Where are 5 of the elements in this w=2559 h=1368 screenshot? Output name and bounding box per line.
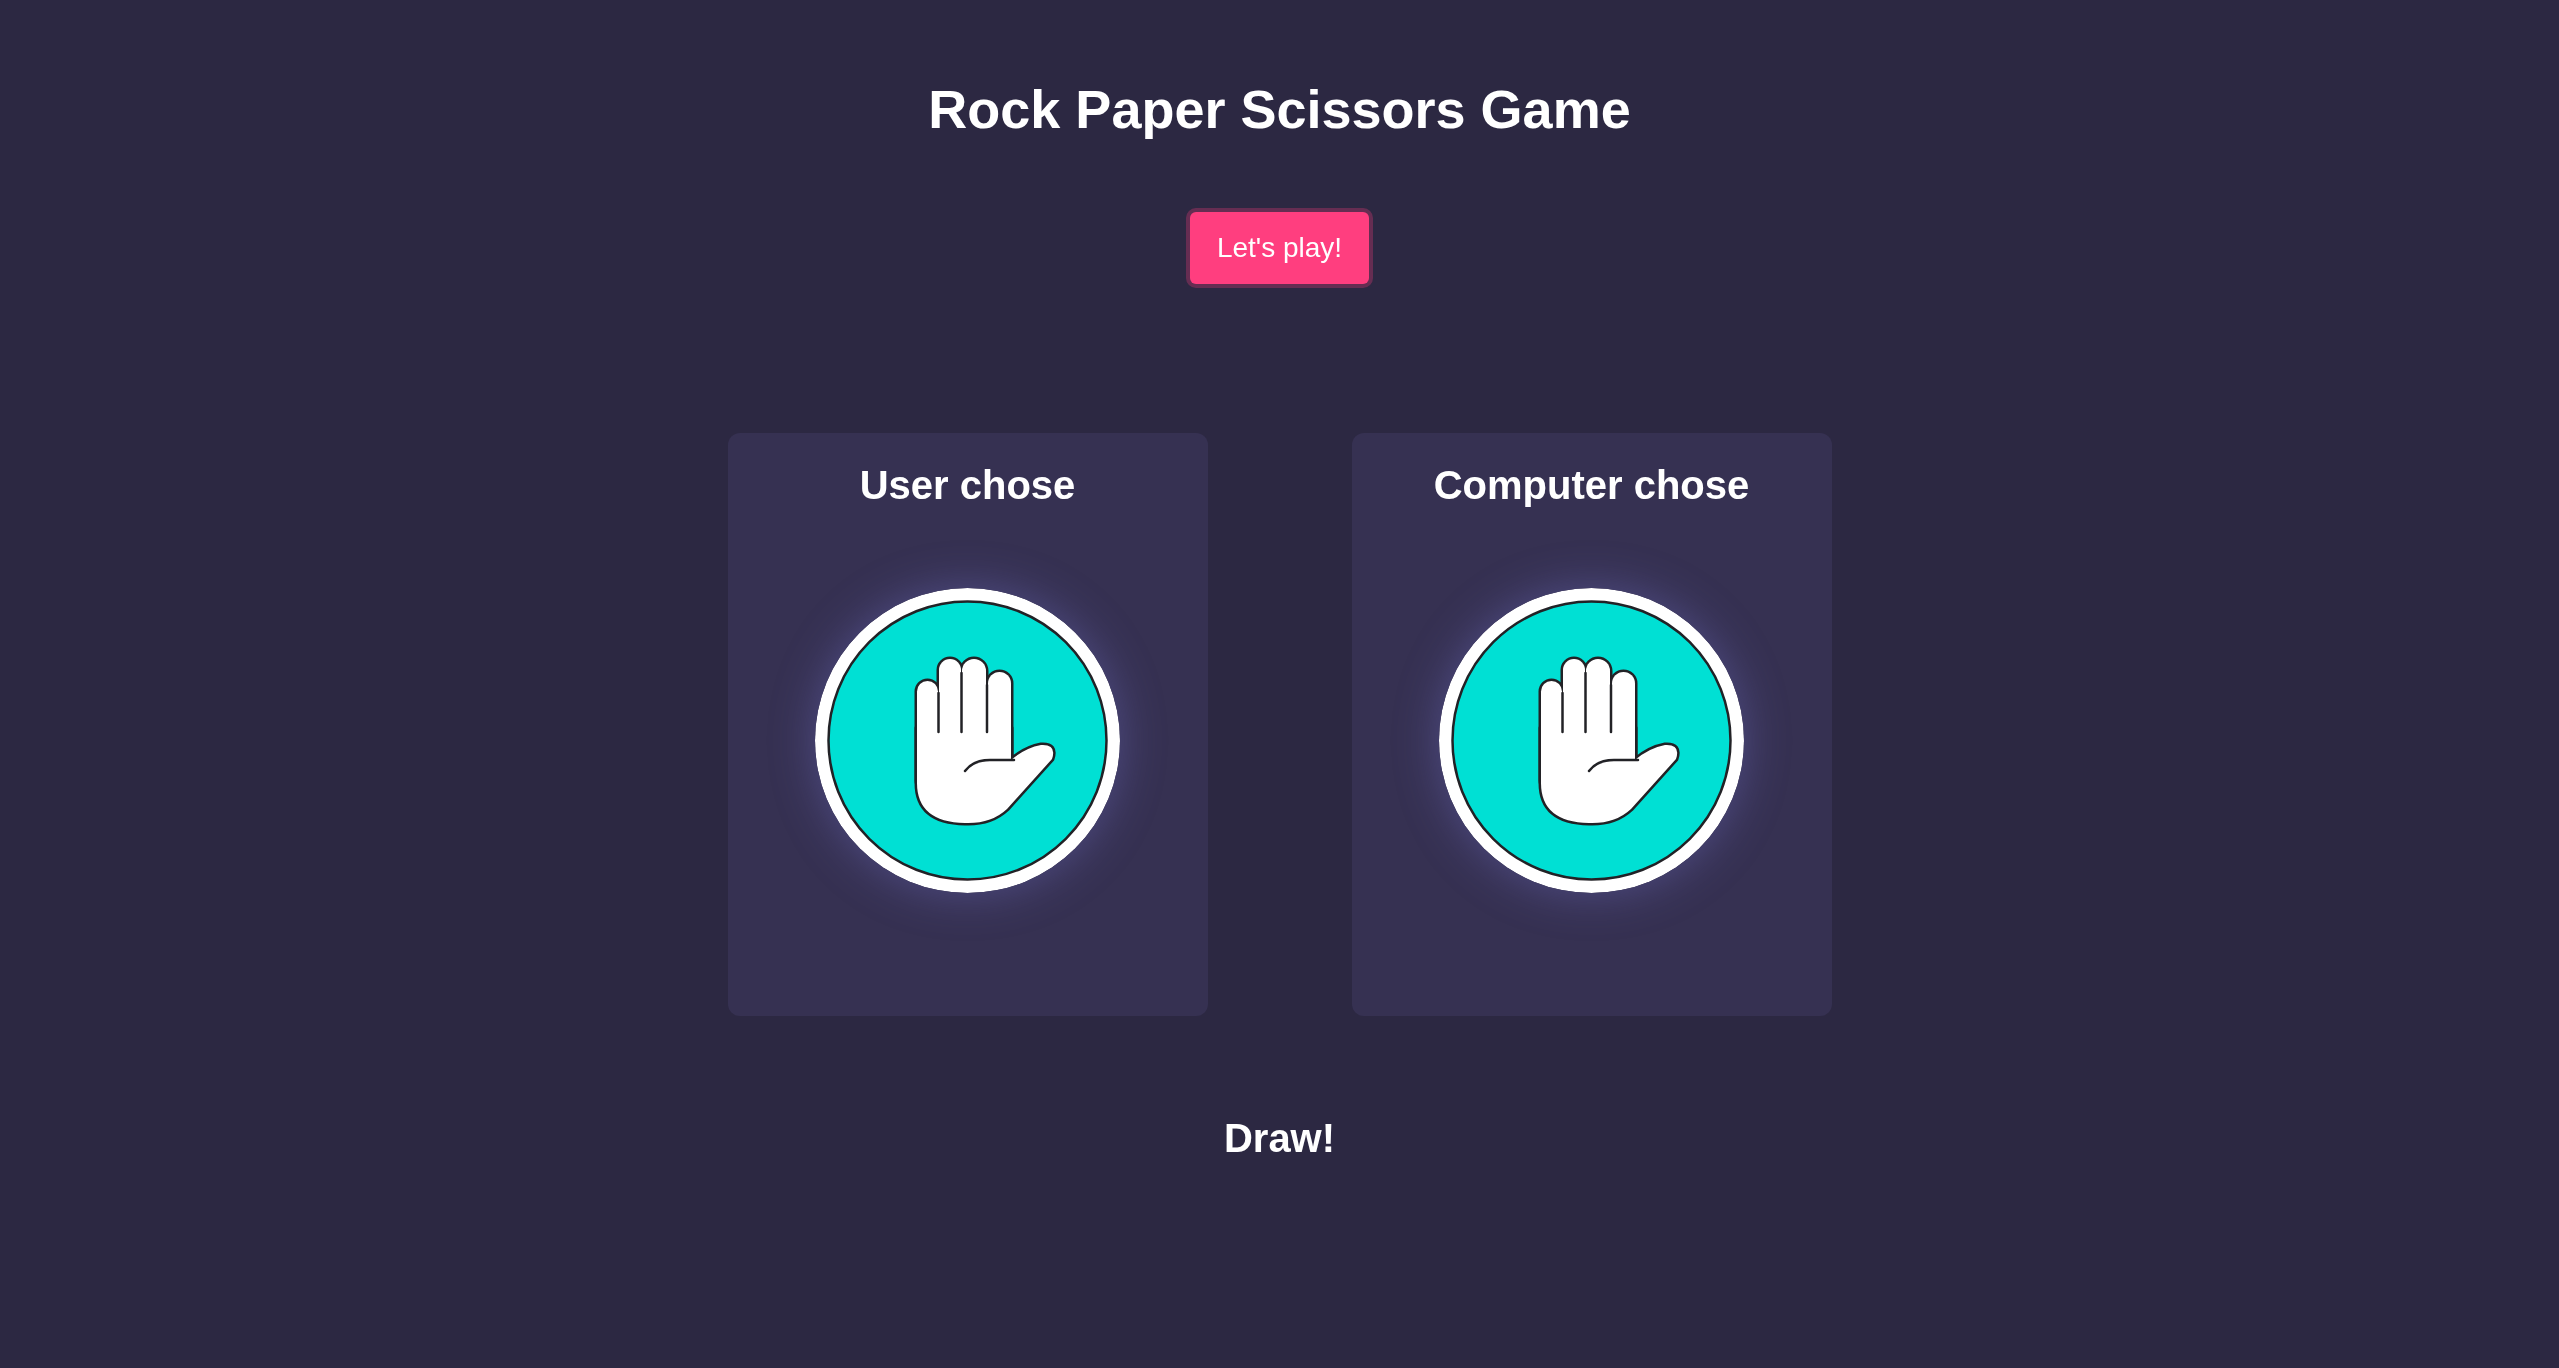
result-text: Draw!: [1223, 1114, 1336, 1162]
card-heading: User chose: [859, 461, 1076, 509]
play-button[interactable]: Let's play!: [1189, 211, 1370, 284]
card-heading: Computer chose: [1433, 461, 1750, 509]
page-title: Rock Paper Scissors Game: [928, 78, 1631, 141]
